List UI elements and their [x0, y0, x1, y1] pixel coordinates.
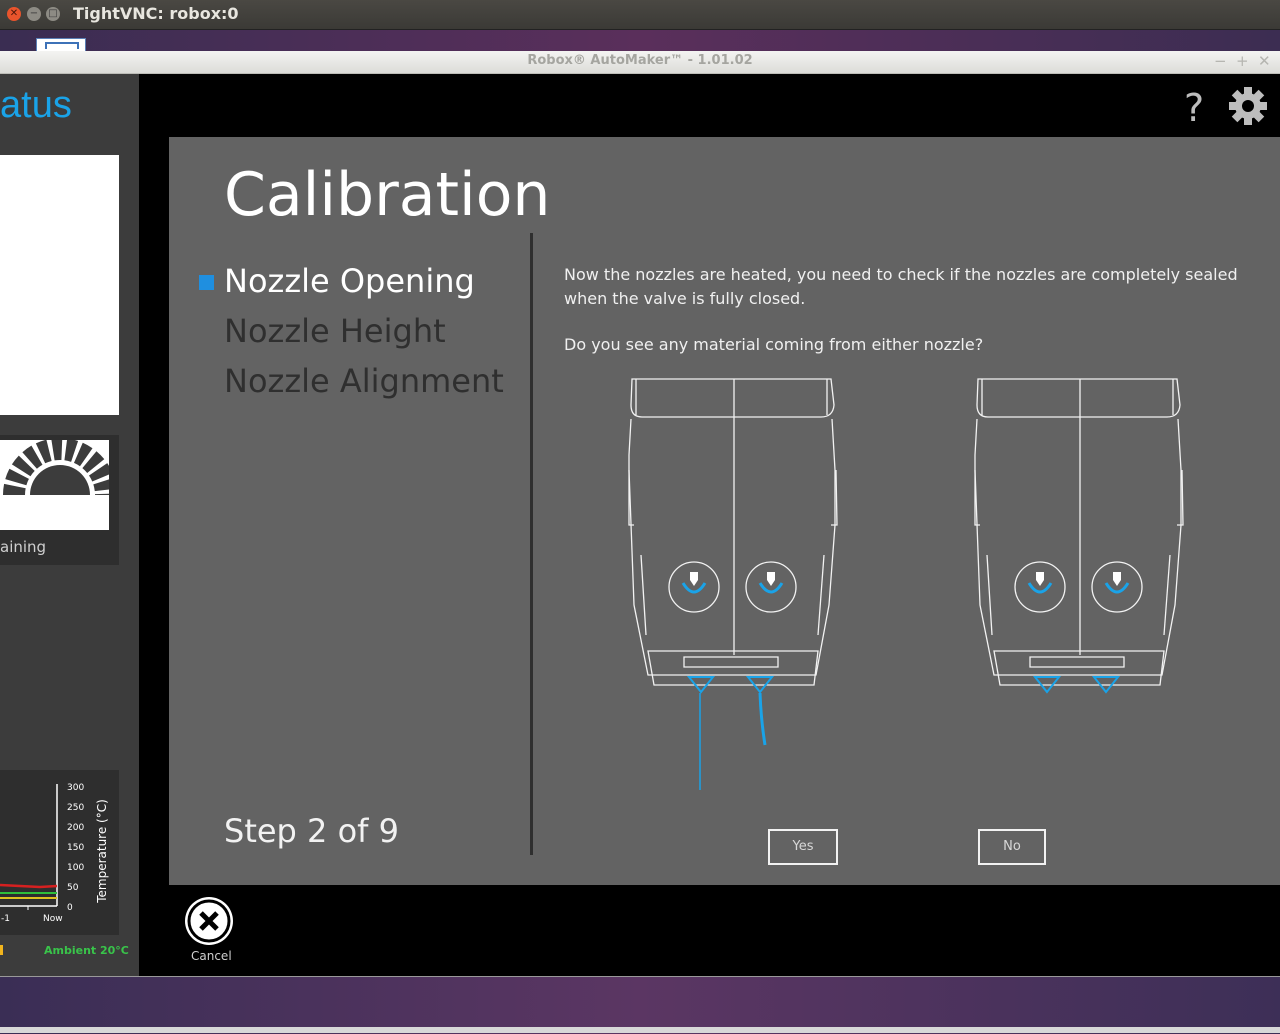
- status-panel-title: atus: [0, 84, 72, 126]
- y-tick: 50: [67, 883, 79, 893]
- step-nozzle-alignment: Nozzle Alignment: [224, 362, 504, 400]
- vnc-window-title: TightVNC: robox:0: [73, 4, 239, 23]
- gear-icon-svg: [1229, 87, 1267, 125]
- ambient-temperature: Ambient 20°C: [44, 944, 129, 957]
- x-tick: Now: [43, 914, 63, 924]
- y-tick: 100: [67, 863, 85, 873]
- vnc-minimize-button[interactable]: −: [27, 7, 41, 21]
- app-window-title: Robox® AutoMaker™ - 1.01.02: [527, 53, 753, 68]
- yes-button[interactable]: Yes: [768, 829, 838, 865]
- cancel-button[interactable]: [185, 897, 233, 945]
- x-tick: -1: [1, 914, 10, 924]
- instruction-text: Now the nozzles are heated, you need to …: [564, 265, 1238, 308]
- step-nozzle-height: Nozzle Height: [224, 312, 446, 350]
- page-title: Calibration: [224, 160, 551, 230]
- y-tick: 150: [67, 843, 85, 853]
- vnc-close-button[interactable]: ✕: [7, 7, 21, 21]
- head-without-material-illustration: [974, 378, 1184, 694]
- cancel-label: Cancel: [191, 949, 232, 963]
- app-minimize-button[interactable]: −: [1214, 52, 1227, 70]
- y-tick: 200: [67, 823, 85, 833]
- y-tick: 250: [67, 803, 85, 813]
- step-nozzle-opening: Nozzle Opening: [224, 262, 475, 300]
- head-with-material-illustration: [628, 378, 838, 790]
- remote-desktop-background: [0, 30, 1280, 51]
- dialog-divider: [530, 233, 533, 855]
- gear-icon[interactable]: [1228, 86, 1268, 126]
- remaining-label: aining: [0, 538, 47, 556]
- step-counter: Step 2 of 9: [224, 812, 399, 850]
- no-button[interactable]: No: [978, 829, 1046, 865]
- help-icon[interactable]: ?: [1184, 86, 1204, 130]
- taskbar: [0, 1027, 1280, 1033]
- printer-preview-area: [0, 155, 119, 415]
- close-icon: [187, 899, 231, 943]
- ambient-marker: [0, 945, 3, 955]
- y-tick: 0: [67, 903, 73, 913]
- reel-graphic: [0, 438, 117, 530]
- chart-ylabel: Temperature (°C): [94, 799, 109, 903]
- active-step-indicator: [199, 275, 214, 290]
- app-close-button[interactable]: ✕: [1258, 52, 1271, 70]
- chart-y-ticks: 300 250 200 150 100 50 0: [67, 778, 84, 918]
- reel-icon: [3, 438, 117, 496]
- temperature-chart: 300 250 200 150 100 50 0 Temperature (°C…: [0, 770, 119, 935]
- remote-desktop-bottom: [0, 976, 1280, 1034]
- desktop-app-icon[interactable]: [36, 38, 86, 52]
- y-tick: 300: [67, 783, 85, 793]
- app-maximize-button[interactable]: +: [1236, 52, 1249, 70]
- question-text: Do you see any material coming from eith…: [564, 335, 984, 354]
- vnc-maximize-button[interactable]: □: [46, 7, 60, 21]
